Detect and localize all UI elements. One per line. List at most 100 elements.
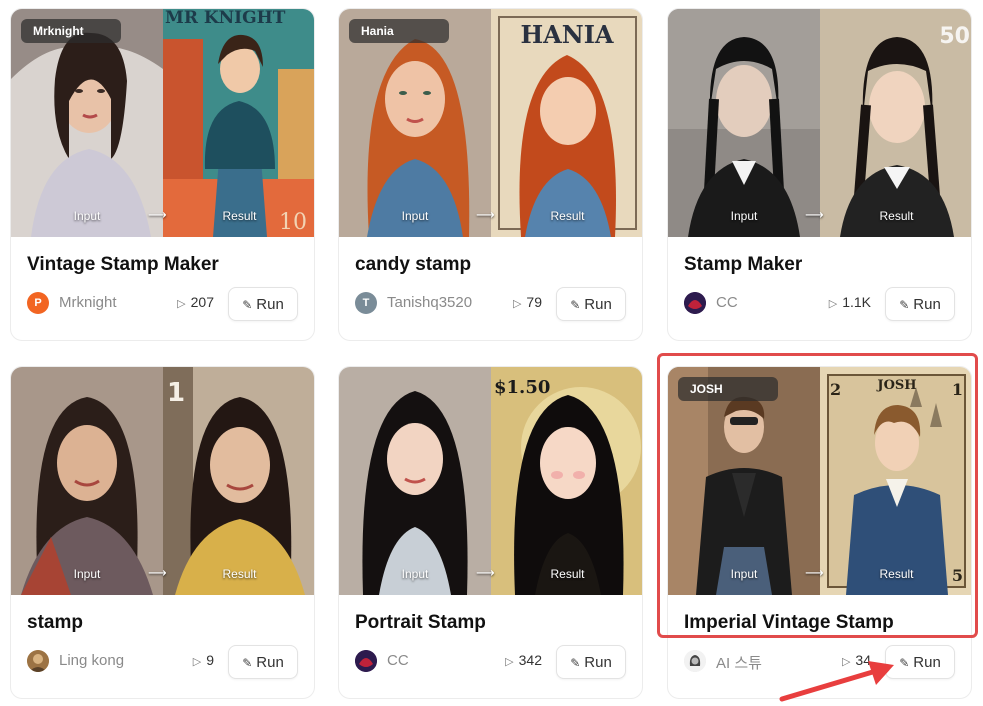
author-tag: Mrknight xyxy=(21,19,121,43)
author-tag: Hania xyxy=(349,19,449,43)
author-name[interactable]: Ling kong xyxy=(59,652,124,669)
result-label: Result xyxy=(879,209,914,223)
input-label: Input xyxy=(73,567,101,581)
result-image: 50 xyxy=(820,9,971,237)
card-thumbnail[interactable]: JOSH 2 1 5 JOSH Input ⟶ Result xyxy=(668,367,971,595)
stamp-title-text: MR KNIGHT xyxy=(165,9,286,28)
input-image xyxy=(668,367,820,595)
card-title[interactable]: stamp xyxy=(27,612,83,634)
app-card-portrait-stamp[interactable]: $1.50 Input ⟶ Result Portrait Stamp CC ▷… xyxy=(338,366,643,699)
author-name[interactable]: CC xyxy=(716,294,738,311)
card-footer: P Mrknight ▷ 207 ✎ Run xyxy=(27,287,298,321)
run-button[interactable]: ✎ Run xyxy=(885,287,955,321)
card-thumbnail[interactable]: 50 Input ⟶ Result xyxy=(668,9,971,237)
input-label: Input xyxy=(73,209,101,223)
run-button[interactable]: ✎ Run xyxy=(228,287,298,321)
avatar[interactable]: T xyxy=(355,292,377,314)
avatar[interactable]: P xyxy=(27,292,49,314)
result-label: Result xyxy=(550,567,585,581)
play-icon: ▷ xyxy=(828,298,838,310)
app-card-stamp[interactable]: 1 Input ⟶ Result stamp Ling kong ▷ 9 ✎ Run xyxy=(10,366,315,699)
play-icon: ▷ xyxy=(177,298,186,310)
input-label: Input xyxy=(730,567,758,581)
stamp-title-text: JOSH xyxy=(876,378,916,393)
stamp-value-text: 50 xyxy=(939,24,970,49)
stamp-title-text: HANIA xyxy=(520,20,613,49)
run-button-label: Run xyxy=(256,295,284,313)
result-image: 1 xyxy=(163,367,314,595)
app-card-stamp-maker[interactable]: 50 Input ⟶ Result Stamp Maker CC ▷ 1.1K ✎… xyxy=(667,8,972,341)
result-image: HANIA xyxy=(491,9,642,237)
result-image: MR KNIGHT 10 xyxy=(163,9,314,237)
author-name[interactable]: Tanishq3520 xyxy=(387,294,472,311)
run-button-label: Run xyxy=(256,653,284,671)
input-label: Input xyxy=(401,209,429,223)
app-card-imperial-vintage-stamp[interactable]: JOSH 2 1 5 JOSH Input ⟶ Result Imperial … xyxy=(667,366,972,699)
input-image xyxy=(668,9,820,237)
card-thumbnail[interactable]: MR KNIGHT 10 Mrknight Input ⟶ Result xyxy=(11,9,314,237)
magic-wand-icon: ✎ xyxy=(570,297,581,312)
stamp-corner-text: 1 xyxy=(952,380,963,399)
result-image: JOSH 2 1 5 xyxy=(820,367,971,595)
run-count-value: 1.1K xyxy=(842,294,871,310)
magic-wand-icon: ✎ xyxy=(242,655,253,670)
avatar[interactable] xyxy=(27,650,49,672)
stamp-price-text: $1.50 xyxy=(494,377,550,398)
input-image xyxy=(11,9,163,237)
card-thumbnail[interactable]: $1.50 Input ⟶ Result xyxy=(339,367,642,595)
magic-wand-icon: ✎ xyxy=(242,297,253,312)
run-button-label: Run xyxy=(584,295,612,313)
result-label: Result xyxy=(222,209,257,223)
magic-wand-icon: ✎ xyxy=(570,655,581,670)
pointer-arrow-icon xyxy=(779,661,894,702)
run-button[interactable]: ✎ Run xyxy=(556,287,626,321)
run-count: ▷ 342 xyxy=(505,652,542,668)
run-count: ▷ 207 xyxy=(177,294,214,310)
result-label: Result xyxy=(879,567,914,581)
run-button-label: Run xyxy=(913,295,941,313)
avatar[interactable] xyxy=(684,650,706,672)
result-image: $1.50 xyxy=(491,367,642,595)
magic-wand-icon: ✎ xyxy=(899,297,910,312)
run-button-label: Run xyxy=(584,653,612,671)
play-icon: ▷ xyxy=(505,656,514,668)
card-thumbnail[interactable]: 1 Input ⟶ Result xyxy=(11,367,314,595)
run-count: ▷ 9 xyxy=(193,652,214,668)
card-footer: T Tanishq3520 ▷ 79 ✎ Run xyxy=(355,287,626,321)
app-card-vintage-stamp-maker[interactable]: MR KNIGHT 10 Mrknight Input ⟶ Result Vin… xyxy=(10,8,315,341)
card-title[interactable]: Vintage Stamp Maker xyxy=(27,254,219,276)
run-button[interactable]: ✎ Run xyxy=(228,645,298,679)
run-count-value: 79 xyxy=(526,294,542,310)
author-name[interactable]: CC xyxy=(387,652,409,669)
card-title[interactable]: candy stamp xyxy=(355,254,471,276)
card-title[interactable]: Stamp Maker xyxy=(684,254,802,276)
play-icon: ▷ xyxy=(192,656,202,668)
card-title[interactable]: Imperial Vintage Stamp xyxy=(684,612,894,634)
card-footer: Ling kong ▷ 9 ✎ Run xyxy=(27,645,298,679)
run-button[interactable]: ✎ Run xyxy=(556,645,626,679)
input-label: Input xyxy=(730,209,758,223)
run-count-value: 9 xyxy=(206,652,214,668)
card-footer: CC ▷ 342 ✎ Run xyxy=(355,645,626,679)
run-count: ▷ 79 xyxy=(513,294,542,310)
author-name[interactable]: Mrknight xyxy=(59,294,117,311)
card-title[interactable]: Portrait Stamp xyxy=(355,612,486,634)
stamp-corner-text: 2 xyxy=(830,380,841,399)
play-icon: ▷ xyxy=(512,298,522,310)
input-label: Input xyxy=(401,567,429,581)
input-image xyxy=(11,367,163,595)
card-footer: CC ▷ 1.1K ✎ Run xyxy=(684,287,955,321)
app-card-candy-stamp[interactable]: HANIA Hania Input ⟶ Result candy stamp T… xyxy=(338,8,643,341)
card-thumbnail[interactable]: HANIA Hania Input ⟶ Result xyxy=(339,9,642,237)
run-count-value: 342 xyxy=(518,652,542,668)
stamp-value-text: 1 xyxy=(167,378,185,408)
run-count: ▷ 1.1K xyxy=(829,294,871,310)
input-image xyxy=(339,367,491,595)
author-name[interactable]: AI 스튜 xyxy=(716,652,762,673)
result-label: Result xyxy=(550,209,585,223)
run-count-value: 207 xyxy=(190,294,214,310)
run-button-label: Run xyxy=(913,653,941,671)
avatar[interactable] xyxy=(355,650,377,672)
result-label: Result xyxy=(222,567,257,581)
avatar[interactable] xyxy=(684,292,706,314)
